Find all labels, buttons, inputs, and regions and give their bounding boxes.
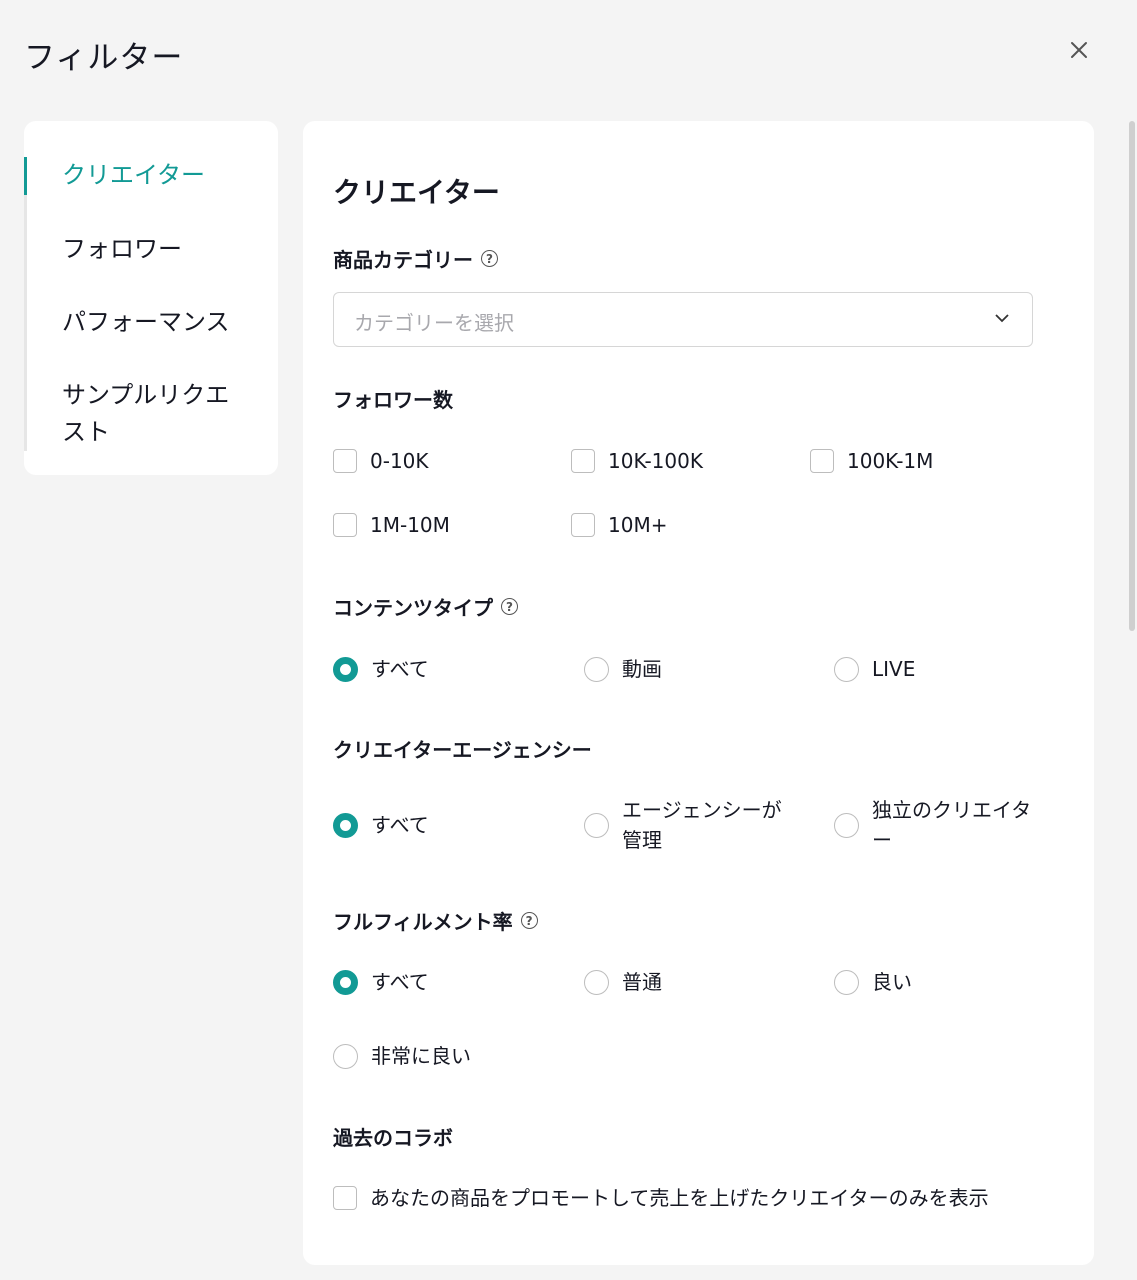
fulfillment-label: フルフィルメント率: [333, 910, 513, 934]
followers-label: フォロワー数: [333, 388, 453, 412]
option-label: エージェンシーが管理: [622, 798, 782, 852]
option-label: 非常に良い: [371, 1044, 471, 1068]
filter-sidebar: クリエイター フォロワー パフォーマンス サンプルリクエスト: [24, 121, 278, 475]
sidebar-active-indicator: [24, 157, 27, 195]
followers-option-3[interactable]: 1M-10M: [333, 510, 450, 540]
checkbox[interactable]: [333, 513, 357, 537]
checkbox[interactable]: [333, 1186, 357, 1210]
radio[interactable]: [834, 812, 859, 838]
radio-selected[interactable]: [333, 656, 358, 682]
help-icon[interactable]: ?: [501, 598, 518, 615]
option-label: 普通: [622, 970, 662, 994]
help-icon[interactable]: ?: [481, 250, 498, 267]
radio-selected[interactable]: [333, 969, 358, 995]
agency-section-label: クリエイターエージェンシー: [333, 734, 592, 763]
content-type-option-video[interactable]: 動画: [584, 654, 662, 684]
option-label: 動画: [622, 657, 662, 681]
option-label: 10M+: [608, 513, 668, 537]
option-label: すべて: [371, 970, 429, 994]
fulfillment-section-label: フルフィルメント率 ?: [333, 906, 538, 935]
agency-option-all[interactable]: すべて: [333, 810, 429, 840]
followers-option-1[interactable]: 10K-100K: [571, 446, 703, 476]
option-label: 1M-10M: [370, 513, 450, 537]
radio[interactable]: [584, 656, 609, 682]
content-type-option-all[interactable]: すべて: [333, 654, 429, 684]
fulfillment-option-all[interactable]: すべて: [333, 967, 429, 997]
followers-option-0[interactable]: 0-10K: [333, 446, 429, 476]
past-collab-label: 過去のコラボ: [333, 1126, 453, 1150]
scrollbar[interactable]: [1129, 121, 1135, 631]
checkbox[interactable]: [810, 449, 834, 473]
sidebar-item-performance[interactable]: パフォーマンス: [62, 304, 258, 341]
checkbox[interactable]: [571, 513, 595, 537]
option-label: 10K-100K: [608, 449, 703, 473]
followers-option-2[interactable]: 100K-1M: [810, 446, 933, 476]
option-label: あなたの商品をプロモートして売上を上げたクリエイターのみを表示: [370, 1186, 989, 1210]
help-icon[interactable]: ?: [520, 912, 538, 929]
sidebar-item-sample-request[interactable]: サンプルリクエスト: [62, 377, 238, 451]
radio[interactable]: [333, 1043, 358, 1069]
option-label: すべて: [371, 657, 429, 681]
option-label: LIVE: [872, 657, 916, 681]
sidebar-item-creator[interactable]: クリエイター: [62, 157, 258, 194]
close-icon[interactable]: [1070, 41, 1088, 59]
sidebar-track: [24, 157, 27, 451]
page-title: フィルター: [24, 40, 184, 76]
radio[interactable]: [584, 812, 609, 838]
checkbox[interactable]: [571, 449, 595, 473]
checkbox[interactable]: [333, 449, 357, 473]
agency-option-managed[interactable]: エージェンシーが管理: [584, 795, 784, 855]
filter-panel: クリエイター 商品カテゴリー ? カテゴリーを選択 フォロワー数 0-10K 1…: [303, 121, 1094, 1265]
panel-title: クリエイター: [333, 176, 500, 209]
past-collab-option[interactable]: あなたの商品をプロモートして売上を上げたクリエイターのみを表示: [333, 1183, 989, 1213]
category-placeholder: カテゴリーを選択: [354, 311, 514, 335]
fulfillment-option-very-good[interactable]: 非常に良い: [333, 1041, 471, 1071]
agency-label: クリエイターエージェンシー: [333, 738, 592, 762]
fulfillment-option-good[interactable]: 良い: [834, 967, 912, 997]
content-type-option-live[interactable]: LIVE: [834, 654, 915, 684]
close-button[interactable]: [1063, 34, 1095, 66]
radio[interactable]: [834, 656, 859, 682]
option-label: 良い: [872, 970, 912, 994]
option-label: 0-10K: [370, 449, 429, 473]
fulfillment-option-normal[interactable]: 普通: [584, 967, 662, 997]
category-select[interactable]: カテゴリーを選択: [333, 292, 1033, 347]
radio[interactable]: [584, 969, 609, 995]
agency-option-independent[interactable]: 独立のクリエイター: [834, 795, 1034, 855]
option-label: すべて: [371, 813, 429, 837]
content-type-label: コンテンツタイプ: [333, 596, 493, 620]
content-type-section-label: コンテンツタイプ ?: [333, 592, 518, 621]
category-section-label: 商品カテゴリー ?: [333, 244, 498, 273]
past-collab-section-label: 過去のコラボ: [333, 1122, 453, 1151]
sidebar-item-followers[interactable]: フォロワー: [62, 231, 258, 268]
followers-option-4[interactable]: 10M+: [571, 510, 667, 540]
radio-selected[interactable]: [333, 812, 358, 838]
followers-section-label: フォロワー数: [333, 384, 453, 413]
chevron-down-icon: [995, 314, 1009, 323]
option-label: 独立のクリエイター: [872, 798, 1032, 852]
radio[interactable]: [834, 969, 859, 995]
category-label: 商品カテゴリー: [333, 248, 473, 272]
option-label: 100K-1M: [847, 449, 934, 473]
